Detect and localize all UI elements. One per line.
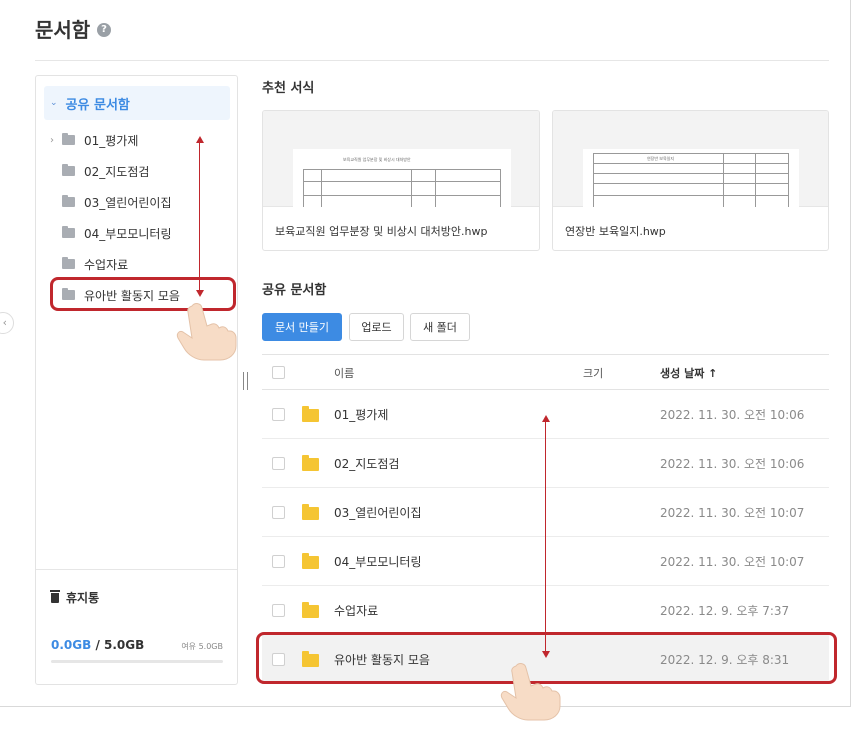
trash-link[interactable]: 휴지통 bbox=[50, 589, 100, 606]
trash-icon bbox=[50, 589, 60, 603]
folder-icon bbox=[62, 133, 75, 145]
page-title: 문서함 bbox=[35, 18, 91, 42]
sidebar-root-label: 공유 문서함 bbox=[65, 97, 130, 113]
row-name[interactable]: 03_열린어린이집 bbox=[334, 504, 422, 521]
folder-icon bbox=[62, 226, 75, 238]
column-created-date[interactable]: 생성 날짜 ↑ bbox=[660, 365, 717, 381]
new-folder-button[interactable]: 새 폴더 bbox=[410, 313, 470, 341]
sidebar-item-label: 수업자료 bbox=[84, 257, 129, 272]
thumbnail-heading: 보육교직원 업무분장 및 비상시 대처방안 bbox=[343, 157, 411, 162]
trash-label: 휴지통 bbox=[66, 591, 100, 605]
template-card[interactable]: 연장반 보육일지 연장반 보육일지.hwp bbox=[552, 110, 829, 251]
row-created-date: 2022. 11. 30. 오전 10:06 bbox=[660, 408, 805, 422]
title-divider bbox=[35, 60, 829, 61]
sidebar-item-02[interactable]: 02_지도점검 bbox=[44, 158, 230, 184]
folder-icon bbox=[302, 406, 319, 422]
sidebar-item-label: 02_지도점검 bbox=[84, 164, 150, 179]
chevron-right-icon[interactable]: › bbox=[50, 135, 62, 146]
row-created-date: 2022. 11. 30. 오전 10:07 bbox=[660, 506, 805, 520]
row-checkbox[interactable] bbox=[272, 604, 285, 617]
template-preview: 연장반 보육일지 bbox=[553, 111, 828, 207]
quota-used: 0.0GB bbox=[51, 638, 92, 652]
folder-icon bbox=[302, 553, 319, 569]
folder-icon bbox=[62, 257, 75, 269]
row-checkbox[interactable] bbox=[272, 408, 285, 421]
sidebar-divider bbox=[36, 569, 237, 570]
sidebar-item-lesson-materials[interactable]: 수업자료 bbox=[44, 251, 230, 277]
table-header: 이름 크기 생성 날짜 ↑ bbox=[262, 354, 829, 390]
row-name[interactable]: 04_부모모니터링 bbox=[334, 553, 422, 570]
template-preview: 보육교직원 업무분장 및 비상시 대처방안 bbox=[263, 111, 539, 207]
row-name[interactable]: 01_평가제 bbox=[334, 406, 388, 423]
row-name[interactable]: 수업자료 bbox=[334, 602, 378, 619]
folder-icon bbox=[302, 455, 319, 471]
upload-button[interactable]: 업로드 bbox=[349, 313, 404, 341]
storage-quota: 0.0GB / 5.0GB bbox=[51, 638, 144, 652]
row-checkbox[interactable] bbox=[272, 457, 285, 470]
sidebar-item-label: 04_부모모니터링 bbox=[84, 226, 172, 241]
template-thumbnail: 보육교직원 업무분장 및 비상시 대처방안 bbox=[293, 149, 511, 207]
arrow-down-icon bbox=[542, 651, 550, 658]
select-all-checkbox[interactable] bbox=[272, 366, 285, 379]
templates-section-title: 추천 서식 bbox=[262, 81, 315, 96]
arrow-up-icon bbox=[542, 415, 550, 422]
folder-tree-sidebar: ⌄ 공유 문서함 › 01_평가제 02_지도점검 03_열린어린이집 04_부… bbox=[35, 75, 238, 685]
row-created-date: 2022. 11. 30. 오전 10:06 bbox=[660, 457, 805, 471]
folder-icon bbox=[302, 602, 319, 618]
quota-free: 여유 5.0GB bbox=[181, 642, 223, 651]
template-name: 보육교직원 업무분장 및 비상시 대처방안.hwp bbox=[275, 225, 488, 238]
row-name[interactable]: 02_지도점검 bbox=[334, 455, 399, 472]
column-name[interactable]: 이름 bbox=[334, 365, 354, 381]
row-checkbox[interactable] bbox=[272, 506, 285, 519]
question-circle-icon[interactable]: ? bbox=[97, 23, 111, 37]
template-name: 연장반 보육일지.hwp bbox=[565, 225, 666, 238]
row-created-date: 2022. 12. 9. 오후 7:37 bbox=[660, 604, 790, 618]
sidebar-resize-handle[interactable] bbox=[243, 372, 248, 390]
arrow-up-icon bbox=[196, 136, 204, 143]
sidebar-item-label: 01_평가제 bbox=[84, 133, 139, 148]
row-created-date: 2022. 11. 30. 오전 10:07 bbox=[660, 555, 805, 569]
template-card[interactable]: 보육교직원 업무분장 및 비상시 대처방안 보육교직원 업무분장 및 비상시 대… bbox=[262, 110, 540, 251]
folder-icon bbox=[62, 195, 75, 207]
chevron-down-icon[interactable]: ⌄ bbox=[50, 98, 58, 108]
quota-progress-bar bbox=[51, 660, 223, 663]
annotation-arrow-line bbox=[199, 142, 200, 291]
template-thumbnail: 연장반 보육일지 bbox=[583, 149, 799, 207]
create-document-button[interactable]: 문서 만들기 bbox=[262, 313, 342, 341]
row-checkbox[interactable] bbox=[272, 555, 285, 568]
shared-section-title: 공유 문서함 bbox=[262, 283, 327, 298]
folder-icon bbox=[302, 504, 319, 520]
folder-icon bbox=[62, 164, 75, 176]
sidebar-item-03[interactable]: 03_열린어린이집 bbox=[44, 189, 230, 215]
pointing-hand-icon bbox=[500, 663, 561, 721]
pointing-hand-icon bbox=[176, 303, 237, 361]
sidebar-item-label: 03_열린어린이집 bbox=[84, 195, 172, 210]
annotation-arrow-line bbox=[545, 421, 546, 652]
arrow-down-icon bbox=[196, 290, 204, 297]
sidebar-item-04[interactable]: 04_부모모니터링 bbox=[44, 220, 230, 246]
sidebar-root-shared-docs[interactable]: ⌄ 공유 문서함 bbox=[44, 86, 230, 120]
thumbnail-heading: 연장반 보육일지 bbox=[647, 156, 675, 161]
quota-total: / 5.0GB bbox=[91, 638, 145, 652]
column-size[interactable]: 크기 bbox=[583, 365, 603, 381]
